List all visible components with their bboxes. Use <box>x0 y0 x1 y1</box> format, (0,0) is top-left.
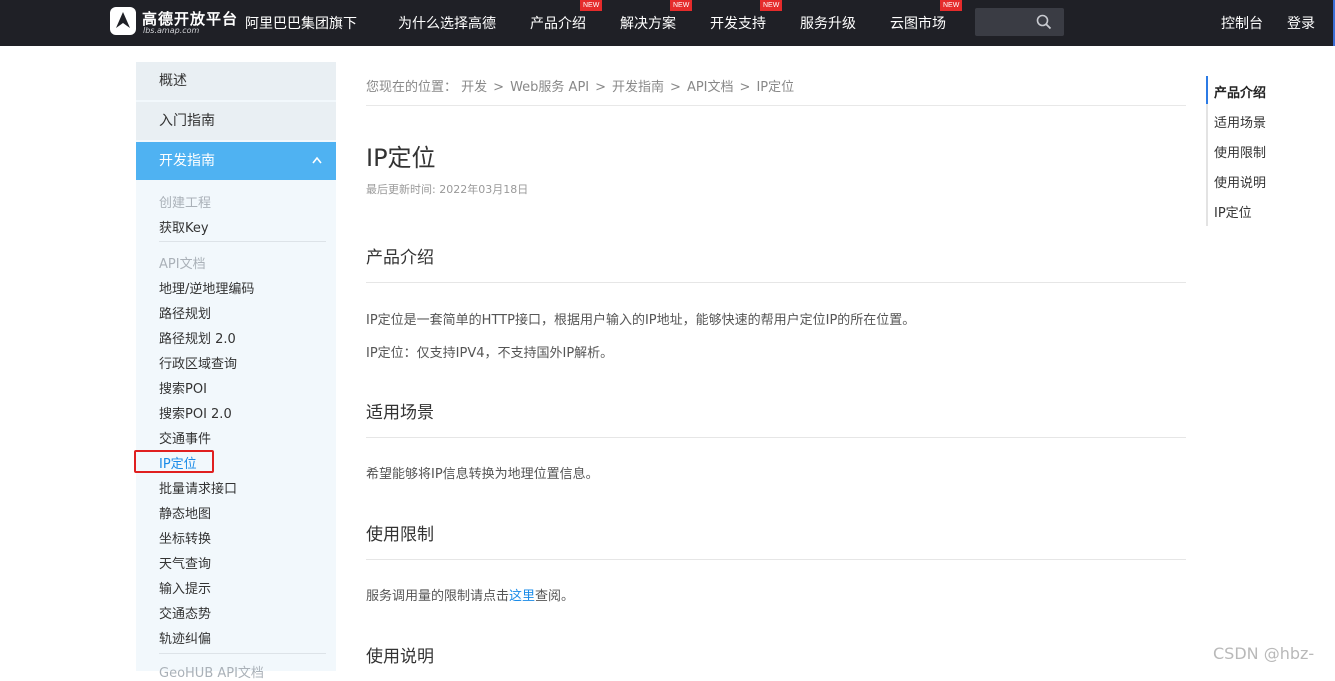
scenarios-paragraph: 希望能够将IP信息转换为地理位置信息。 <box>366 467 599 482</box>
section-divider <box>366 559 1186 560</box>
sidebar-item-dev-guide[interactable]: 开发指南 <box>136 142 336 180</box>
sidebar-item-overview[interactable]: 概述 <box>136 62 336 100</box>
sidebar-link-geocoding[interactable]: 地理/逆地理编码 <box>159 278 254 297</box>
highlight-annotation-box <box>134 450 214 473</box>
sidebar-link-district-query[interactable]: 行政区域查询 <box>159 353 237 372</box>
intro-paragraph-2: IP定位：仅支持IPV4，不支持国外IP解析。 <box>366 346 614 361</box>
intro-paragraph-1: IP定位是一套简单的HTTP接口，根据用户输入的IP地址，能够快速的帮用户定位I… <box>366 313 916 328</box>
nav-dev-support[interactable]: 开发支持 <box>710 13 766 33</box>
nav-products[interactable]: 产品介绍 <box>530 13 586 33</box>
divider <box>366 105 1186 106</box>
page-title: IP定位 <box>366 144 436 172</box>
toc-item-usage[interactable]: 使用说明 <box>1214 172 1266 191</box>
sidebar-link-route-planning[interactable]: 路径规划 <box>159 303 211 322</box>
console-link[interactable]: 控制台 <box>1221 13 1263 33</box>
breadcrumb-separator: > <box>493 80 505 95</box>
sidebar-link-batch-request[interactable]: 批量请求接口 <box>159 478 237 497</box>
amap-logo-icon <box>110 7 136 35</box>
nav-service-upgrade[interactable]: 服务升级 <box>800 13 856 33</box>
limits-paragraph: 服务调用量的限制请点击这里查阅。 <box>366 585 574 604</box>
nav-solutions[interactable]: 解决方案 <box>620 13 676 33</box>
nav-solutions-new-badge: NEW <box>670 0 693 11</box>
breadcrumb: 您现在的位置： 开发 > Web服务 API > 开发指南 > API文档 > IP定位 <box>366 76 794 95</box>
toc-item-limits[interactable]: 使用限制 <box>1214 142 1266 161</box>
section-divider <box>366 437 1186 438</box>
toc-item-ip-location[interactable]: IP定位 <box>1214 202 1252 221</box>
limits-text-after: 查阅。 <box>535 589 575 604</box>
sidebar-link-get-key[interactable]: 获取Key <box>159 217 209 236</box>
login-link[interactable]: 登录 <box>1287 13 1315 33</box>
brand-tagline: 阿里巴巴集团旗下 <box>245 16 357 32</box>
breadcrumb-item-current[interactable]: IP定位 <box>756 80 794 95</box>
sidebar-link-poi-search[interactable]: 搜索POI <box>159 378 207 397</box>
section-title-intro: 产品介绍 <box>366 248 434 268</box>
sidebar-link-input-tips[interactable]: 输入提示 <box>159 578 211 597</box>
top-navbar: 高德开放平台 lbs.amap.com 阿里巴巴集团旗下 为什么选择高德 产品介… <box>0 0 1335 46</box>
csdn-watermark: CSDN @hbz- <box>1213 644 1315 663</box>
sidebar-group-geohub[interactable]: GeoHUB API文档 <box>159 662 264 681</box>
nav-products-new-badge: NEW <box>580 0 603 11</box>
section-title-usage: 使用说明 <box>366 647 434 667</box>
breadcrumb-separator: > <box>670 80 681 95</box>
limits-here-link[interactable]: 这里 <box>509 589 535 604</box>
sidebar-group-create-project[interactable]: 创建工程 <box>159 192 211 211</box>
toc-active-indicator <box>1206 76 1208 104</box>
sidebar-link-coordinate-convert[interactable]: 坐标转换 <box>159 528 211 547</box>
chevron-up-icon <box>312 156 322 164</box>
toc-item-intro[interactable]: 产品介绍 <box>1214 82 1266 101</box>
nav-cloud-market-new-badge: NEW <box>940 0 963 11</box>
left-sidebar: 概述 入门指南 开发指南 创建工程 获取Key API文档 地理/逆地理编码 路… <box>136 62 336 681</box>
logo-subtitle: lbs.amap.com <box>143 26 200 35</box>
sidebar-link-traffic-events[interactable]: 交通事件 <box>159 428 211 447</box>
sidebar-divider <box>159 241 326 242</box>
sidebar-link-poi-search-2[interactable]: 搜索POI 2.0 <box>159 403 232 422</box>
section-title-limits: 使用限制 <box>366 525 434 545</box>
sidebar-link-traffic-status[interactable]: 交通态势 <box>159 603 211 622</box>
sidebar-group-api-docs[interactable]: API文档 <box>159 253 206 272</box>
sidebar-link-static-map[interactable]: 静态地图 <box>159 503 211 522</box>
amap-logo[interactable]: 高德开放平台 lbs.amap.com <box>109 6 237 38</box>
last-updated: 最后更新时间: 2022年03月18日 <box>366 183 529 196</box>
nav-why-amap[interactable]: 为什么选择高德 <box>398 13 496 33</box>
toc-item-scenarios[interactable]: 适用场景 <box>1214 112 1266 131</box>
nav-dev-support-new-badge: NEW <box>760 0 783 11</box>
section-title-scenarios: 适用场景 <box>366 403 434 423</box>
breadcrumb-prefix: 您现在的位置： <box>366 80 458 95</box>
breadcrumb-item[interactable]: API文档 <box>687 80 734 95</box>
breadcrumb-separator: > <box>595 80 607 95</box>
sidebar-divider <box>159 653 326 654</box>
breadcrumb-item[interactable]: 开发 <box>461 80 487 95</box>
breadcrumb-item[interactable]: Web服务 API <box>510 80 589 95</box>
sidebar-link-track-correction[interactable]: 轨迹纠偏 <box>159 628 211 647</box>
search-icon[interactable] <box>1036 14 1052 30</box>
limits-text-before: 服务调用量的限制请点击 <box>366 589 510 604</box>
breadcrumb-separator: > <box>739 80 751 95</box>
sidebar-item-dev-guide-label: 开发指南 <box>159 153 215 169</box>
sidebar-link-route-planning-2[interactable]: 路径规划 2.0 <box>159 328 236 347</box>
sidebar-link-weather-query[interactable]: 天气查询 <box>159 553 211 572</box>
nav-cloud-market[interactable]: 云图市场 <box>890 13 946 33</box>
breadcrumb-item[interactable]: 开发指南 <box>612 80 664 95</box>
section-divider <box>366 282 1186 283</box>
sidebar-item-getting-started[interactable]: 入门指南 <box>136 102 336 140</box>
